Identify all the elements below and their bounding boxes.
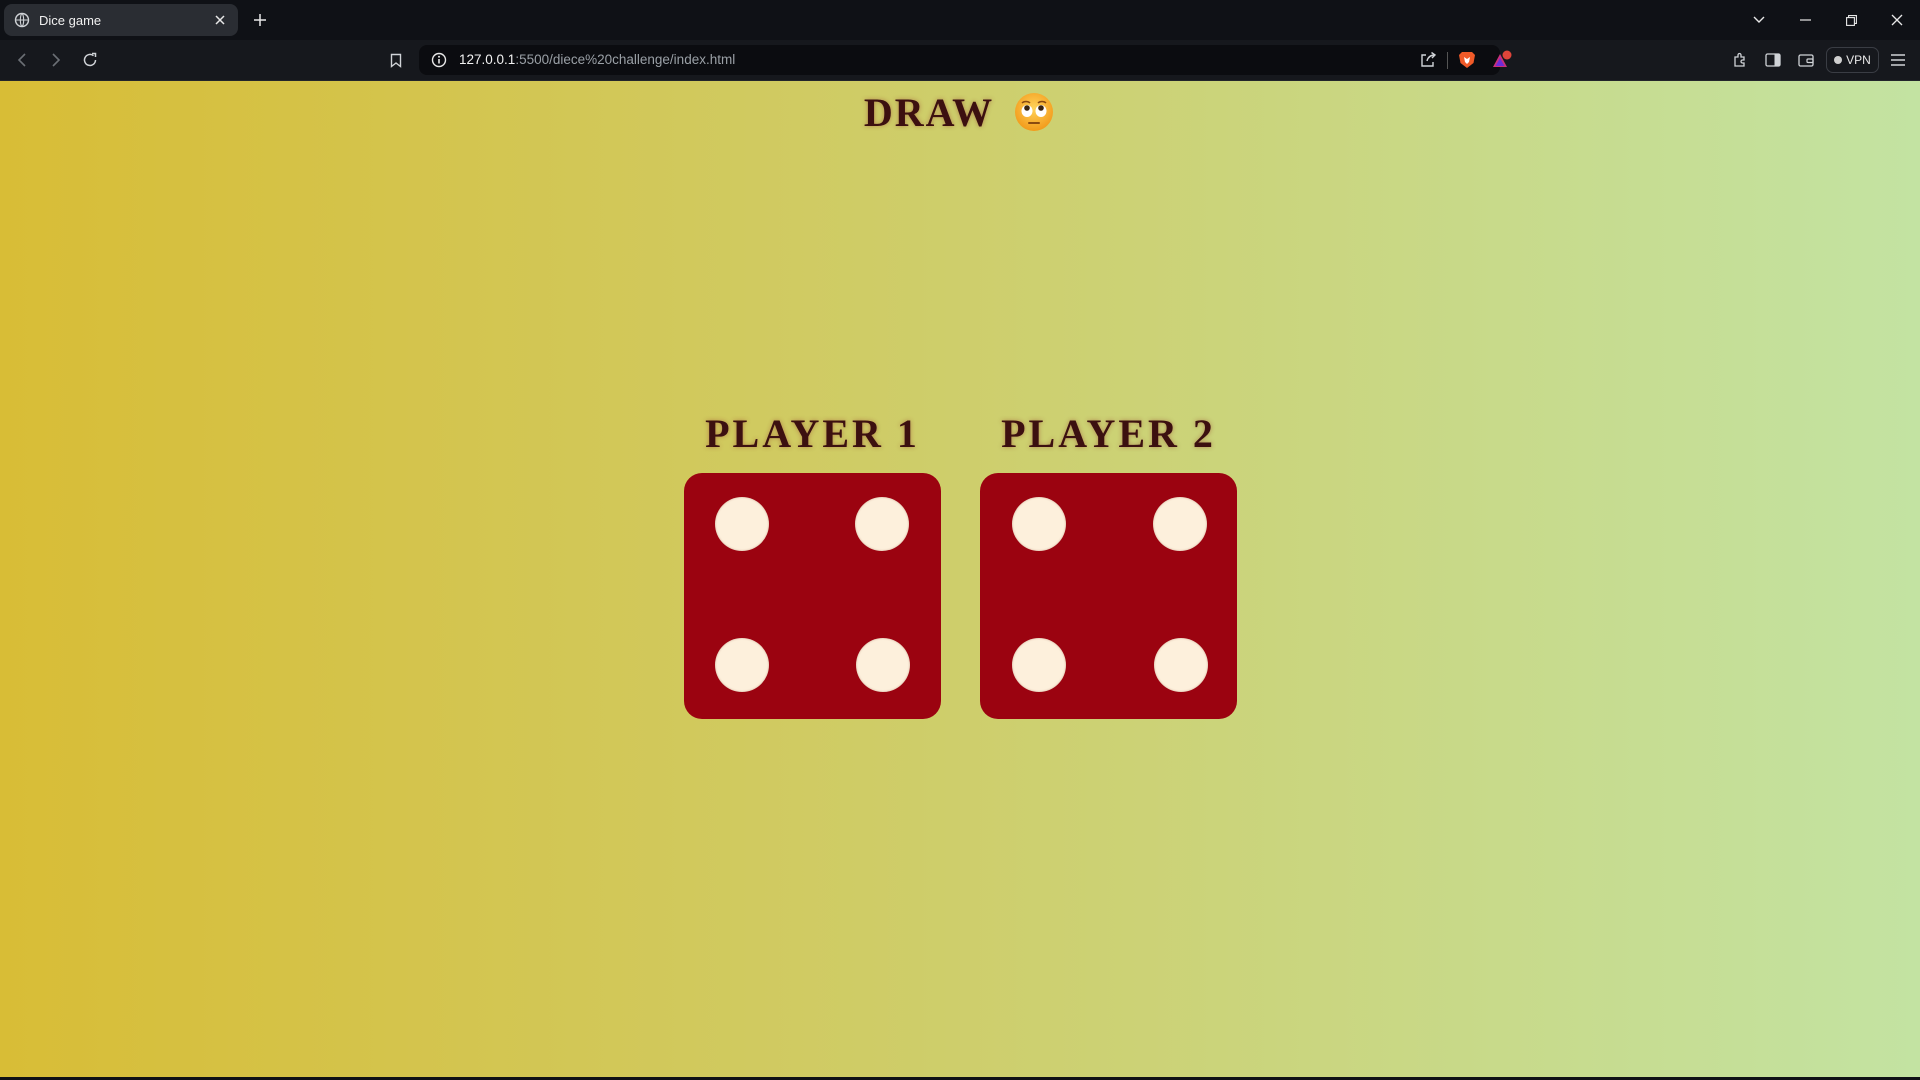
close-tab-icon[interactable] — [212, 12, 228, 28]
tab-title: Dice game — [39, 12, 102, 28]
player-1-panel: PLAYER 1 — [684, 411, 941, 719]
address-bar-divider — [1447, 52, 1448, 69]
restore-icon[interactable] — [1838, 8, 1864, 32]
brave-rewards-icon[interactable] — [1491, 50, 1513, 72]
page-viewport: DRAW PLAYER 1 PLAYER 2 — [0, 81, 1920, 1077]
rolling-eyes-emoji-icon — [1012, 90, 1056, 134]
die-pip — [715, 638, 769, 692]
player-1-die — [684, 473, 941, 719]
new-tab-icon[interactable] — [250, 10, 270, 30]
extensions-icon[interactable] — [1728, 48, 1752, 72]
bookmark-icon[interactable] — [384, 48, 408, 72]
die-pip — [1012, 497, 1066, 551]
browser-tab[interactable]: Dice game — [4, 4, 238, 36]
player-2-label: PLAYER 2 — [1001, 411, 1216, 456]
back-icon[interactable] — [10, 48, 34, 72]
close-window-icon[interactable] — [1884, 8, 1910, 32]
reload-icon[interactable] — [78, 48, 102, 72]
vpn-status-icon — [1834, 56, 1843, 64]
sidebar-icon[interactable] — [1761, 48, 1785, 72]
browser-tab-strip: Dice game — [0, 0, 1920, 40]
share-icon[interactable] — [1419, 51, 1437, 69]
die-pip — [856, 638, 910, 692]
url-host: 127.0.0.1 — [459, 52, 516, 67]
browser-toolbar: 127.0.0.1:5500/diece%20challenge/index.h… — [0, 40, 1920, 81]
globe-icon — [14, 12, 30, 28]
site-info-icon[interactable] — [431, 52, 447, 68]
player-1-label: PLAYER 1 — [705, 411, 920, 456]
url-text[interactable]: 127.0.0.1:5500/diece%20challenge/index.h… — [459, 52, 735, 67]
result-text: DRAW — [863, 89, 995, 135]
url-path: :5500/diece%20challenge/index.html — [515, 52, 736, 67]
brave-shields-icon[interactable] — [1457, 50, 1477, 70]
die-pip — [1012, 638, 1066, 692]
die-pip — [715, 497, 769, 551]
address-bar[interactable]: 127.0.0.1:5500/diece%20challenge/index.h… — [419, 45, 1512, 75]
die-pip — [1153, 497, 1207, 551]
menu-icon[interactable] — [1886, 48, 1910, 72]
die-pip — [1154, 638, 1208, 692]
vpn-button[interactable]: VPN — [1826, 47, 1879, 73]
wallet-icon[interactable] — [1794, 48, 1818, 72]
minimize-icon[interactable] — [1792, 8, 1818, 32]
tab-search-chevron-icon[interactable] — [1746, 8, 1772, 32]
player-2-panel: PLAYER 2 — [980, 411, 1237, 719]
die-pip — [855, 497, 909, 551]
vpn-label: VPN — [1846, 53, 1871, 67]
forward-icon[interactable] — [44, 48, 68, 72]
player-2-die — [980, 473, 1237, 719]
result-heading: DRAW — [0, 81, 1920, 143]
